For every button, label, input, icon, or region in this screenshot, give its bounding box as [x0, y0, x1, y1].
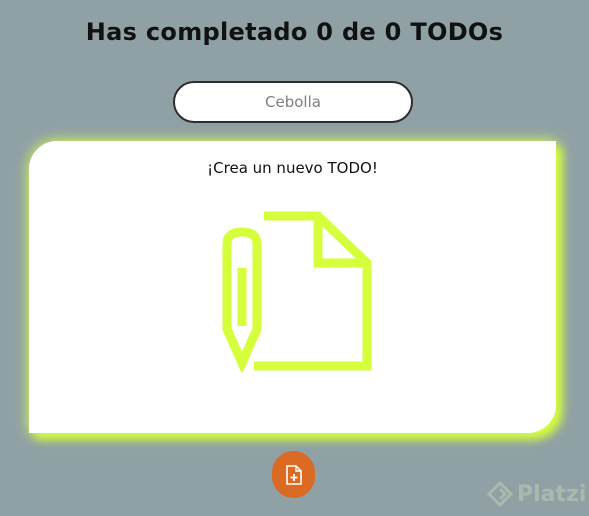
search-input[interactable] — [173, 81, 413, 123]
platzi-watermark: Platzi — [487, 481, 586, 507]
add-file-icon — [285, 464, 302, 485]
page-title: Has completado 0 de 0 TODOs — [85, 18, 504, 46]
todo-list-card: ¡Crea un nuevo TODO! — [29, 141, 556, 433]
document-edit-icon — [222, 211, 372, 372]
watermark-text: Platzi — [517, 481, 587, 507]
platzi-logo-icon — [487, 481, 513, 507]
empty-state-message: ¡Crea un nuevo TODO! — [207, 159, 378, 177]
add-todo-button[interactable] — [272, 451, 315, 498]
